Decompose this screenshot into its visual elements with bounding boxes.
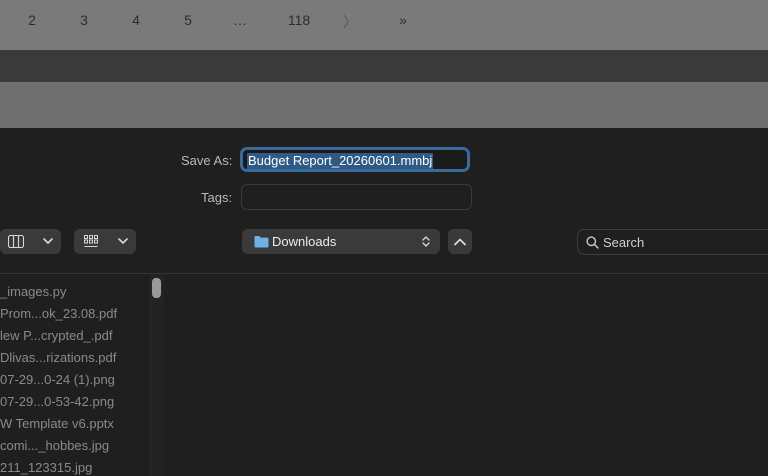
tags-label: Tags:: [201, 190, 233, 205]
file-item[interactable]: Prom...ok_23.08.pdf: [0, 306, 117, 321]
page-link-4[interactable]: 4: [128, 12, 144, 28]
last-page-link[interactable]: »: [396, 12, 410, 28]
chevron-down-icon: [118, 238, 128, 244]
chevron-updown-icon: [422, 236, 430, 247]
pagination: 2 3 4 5 … 118 〉 »: [0, 0, 768, 40]
next-page-link[interactable]: 〉: [343, 12, 357, 32]
expand-button[interactable]: [448, 229, 472, 254]
scrollbar-thumb[interactable]: [152, 278, 161, 298]
file-item[interactable]: lew P...crypted_.pdf: [0, 328, 113, 343]
file-item[interactable]: 211_123315.jpg: [0, 460, 92, 475]
file-item[interactable]: _images.py: [0, 284, 66, 299]
location-label: Downloads: [272, 234, 337, 249]
chevron-up-icon: [454, 238, 466, 246]
divider: [0, 273, 768, 274]
page-link-5[interactable]: 5: [180, 12, 196, 28]
grid-icon: [84, 235, 98, 247]
chevron-down-icon: [43, 238, 53, 244]
file-item[interactable]: 07-29...0-53-42.png: [0, 394, 114, 409]
background-band: [0, 50, 768, 82]
tags-field[interactable]: [241, 184, 472, 210]
search-icon: [586, 236, 599, 249]
page-ellipsis: …: [233, 12, 247, 28]
columns-icon: [8, 235, 24, 248]
background-band: [0, 82, 768, 128]
filename-text: Budget Report_20260601.mmbj: [247, 153, 434, 169]
file-item[interactable]: Dlivas...rizations.pdf: [0, 350, 116, 365]
search-field[interactable]: Search: [577, 229, 768, 255]
page-link-118[interactable]: 118: [284, 12, 314, 28]
file-item[interactable]: W Template v6.pptx: [0, 416, 114, 431]
file-item[interactable]: comi..._hobbes.jpg: [0, 438, 109, 453]
location-popup[interactable]: Downloads: [242, 229, 440, 254]
page-link-2[interactable]: 2: [24, 12, 40, 28]
file-item[interactable]: 07-29...0-24 (1).png: [0, 372, 115, 387]
folder-icon: [254, 236, 269, 248]
scrollbar[interactable]: [151, 274, 164, 476]
save-as-field[interactable]: Budget Report_20260601.mmbj: [240, 147, 470, 172]
search-placeholder: Search: [603, 235, 645, 250]
view-mode-button[interactable]: [0, 229, 61, 254]
save-dialog: Save As: Budget Report_20260601.mmbj Tag…: [0, 128, 768, 476]
save-as-label: Save As:: [181, 153, 233, 168]
group-by-button[interactable]: [74, 229, 136, 254]
page-link-3[interactable]: 3: [76, 12, 92, 28]
